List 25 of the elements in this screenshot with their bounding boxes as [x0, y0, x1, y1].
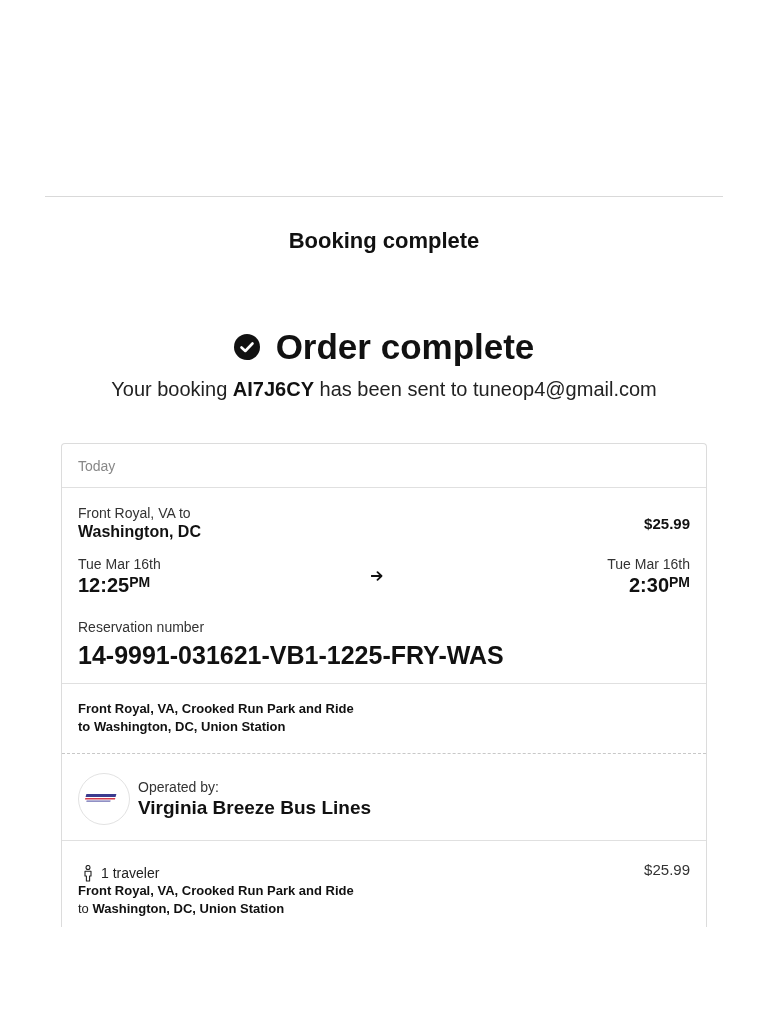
arrival-time: 2:30$^{PM}$ [628, 573, 690, 597]
operator-name: Virginia Breeze Bus Lines [138, 796, 371, 820]
day-label: Today [78, 457, 116, 474]
page-title: Booking complete [287, 227, 481, 255]
departure-date: Tue Mar 16th [78, 555, 161, 573]
destination-text: Washington, DC [78, 522, 201, 542]
check-circle-icon [233, 334, 260, 360]
arrival-date: Tue Mar 16th [607, 555, 690, 573]
traveler-price: $25.99 [644, 861, 690, 880]
operator-label: Operated by: [138, 778, 220, 796]
trip-price: $25.99 [644, 514, 690, 532]
arrival-stop: to Washington, DC, Union Station [78, 718, 286, 736]
reservation-label: Reservation number [78, 618, 206, 636]
reservation-number: 14-9991-031621-VB1-1225-FRY-WAS [78, 640, 504, 670]
person-icon [83, 864, 93, 882]
logo-icon [78, 773, 130, 825]
order-status-title: Order complete [275, 327, 535, 367]
traveler-count: 1 traveler [101, 864, 160, 882]
arrow-right-icon [371, 571, 383, 581]
traveler-arrival-stop: to Washington, DC, Union Station [78, 900, 285, 918]
confirmation-message: Your booking AI7J6CY has been sent to tuneop4@gmail.com [110, 377, 658, 401]
origin-text: Front Royal, VA to [78, 504, 192, 522]
departure-time: 12:25$^{PM}$ [78, 573, 152, 597]
departure-stop: Front Royal, VA, Crooked Run Park and Ride [78, 700, 354, 718]
traveler-departure-stop: Front Royal, VA, Crooked Run Park and Ride [78, 882, 354, 900]
